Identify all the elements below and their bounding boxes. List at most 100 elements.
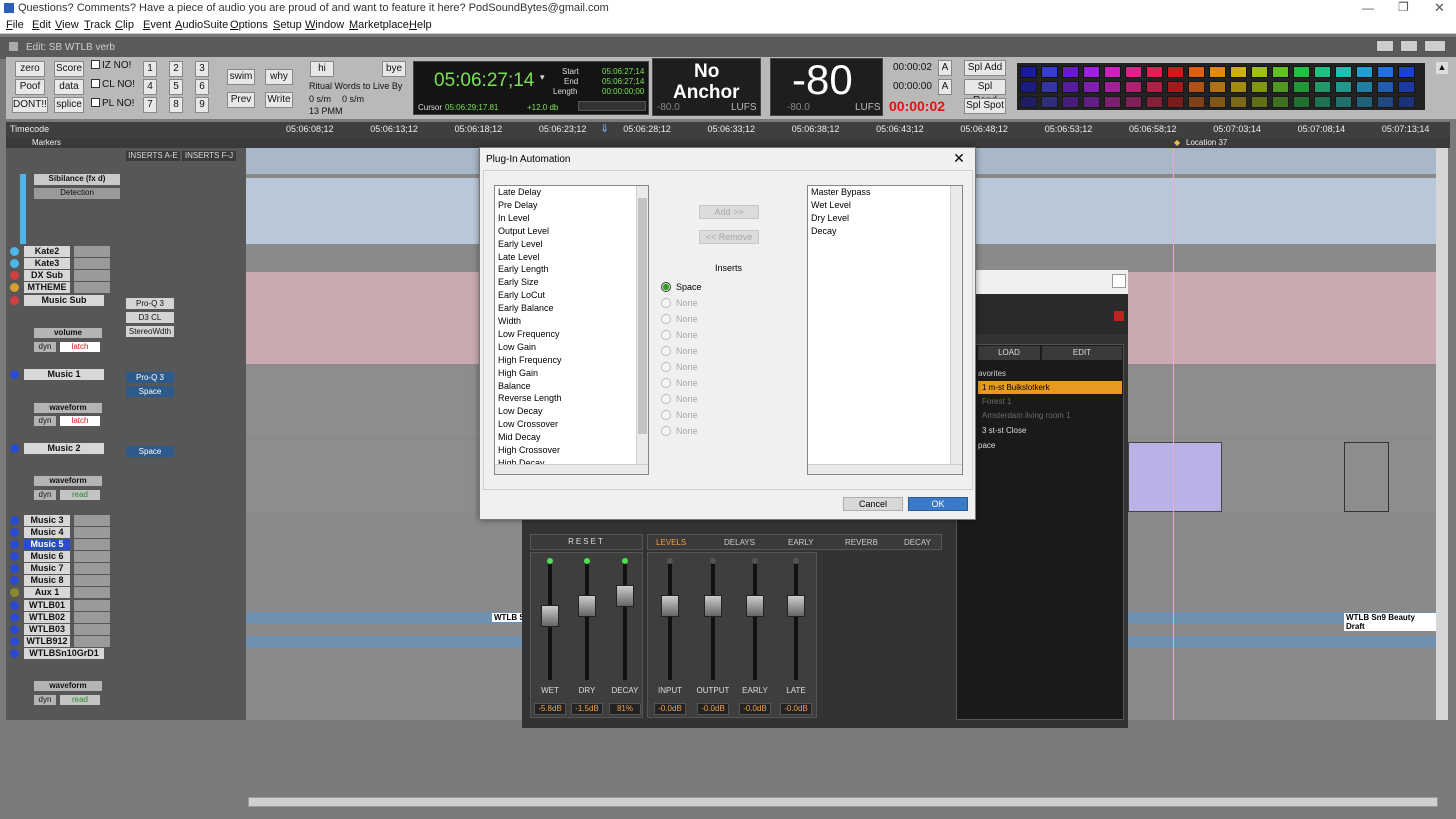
track-controls[interactable] xyxy=(74,539,110,550)
fader-handle[interactable] xyxy=(541,605,559,627)
track-name[interactable]: Music 2 xyxy=(24,443,104,454)
insert-slot[interactable]: StereoWdth xyxy=(126,326,174,337)
track-color-icon[interactable] xyxy=(10,296,19,305)
edit-close-button[interactable] xyxy=(1424,40,1446,52)
hi-button[interactable]: hi xyxy=(310,61,334,77)
num-3-button[interactable]: 3 xyxy=(195,61,209,77)
write-button[interactable]: Write xyxy=(265,92,293,108)
insert-slot[interactable]: Space xyxy=(126,386,174,397)
radio-button-icon[interactable] xyxy=(661,314,671,324)
preset-item-selected[interactable]: 1 m-st Buikslotkerk xyxy=(978,381,1122,394)
fader-output[interactable] xyxy=(698,560,728,690)
insert-radio-option[interactable]: None xyxy=(661,330,698,340)
color-swatch[interactable] xyxy=(1272,66,1289,78)
fader-handle[interactable] xyxy=(578,595,596,617)
color-swatch[interactable] xyxy=(1062,81,1079,93)
available-parameter-item[interactable]: Low Decay xyxy=(498,406,543,416)
radio-button-icon[interactable] xyxy=(661,426,671,436)
insert-slot[interactable]: D3 CL xyxy=(126,312,174,323)
color-swatch[interactable] xyxy=(1335,81,1352,93)
color-swatch[interactable] xyxy=(1041,66,1058,78)
fader-handle[interactable] xyxy=(616,585,634,607)
available-parameter-item[interactable]: Early Size xyxy=(498,277,539,287)
num-5-button[interactable]: 5 xyxy=(169,79,183,95)
num-1-button[interactable]: 1 xyxy=(143,61,157,77)
fader-value[interactable]: -1.5dB xyxy=(571,703,603,715)
color-swatch[interactable] xyxy=(1041,96,1058,108)
insert-radio-option[interactable]: None xyxy=(661,362,698,372)
color-swatch[interactable] xyxy=(1230,81,1247,93)
radio-button-icon[interactable] xyxy=(661,410,671,420)
spl-spot-button[interactable]: Spl Spot xyxy=(964,98,1006,114)
color-swatch[interactable] xyxy=(1188,81,1205,93)
available-parameters-list[interactable]: Late Delay Pre Delay In Level Output Level E… xyxy=(494,185,649,475)
fader-handle[interactable] xyxy=(787,595,805,617)
insert-slot[interactable]: Space xyxy=(126,446,174,457)
color-swatch[interactable] xyxy=(1167,81,1184,93)
available-parameter-item[interactable]: Balance xyxy=(498,381,531,391)
insert-radio-option[interactable]: None xyxy=(661,394,698,404)
track-controls[interactable] xyxy=(74,551,110,562)
timer-a-button-2[interactable]: A xyxy=(938,79,952,95)
color-swatch[interactable] xyxy=(1398,66,1415,78)
color-swatch[interactable] xyxy=(1293,81,1310,93)
view-dropdown[interactable]: waveform xyxy=(34,403,102,413)
color-swatch[interactable] xyxy=(1083,96,1100,108)
preset-item[interactable]: Amsterdam living room 1 xyxy=(982,411,1070,420)
toolbar-arrow-icon[interactable]: ▲ xyxy=(1436,62,1448,74)
available-parameter-item[interactable]: High Gain xyxy=(498,368,538,378)
available-parameter-item[interactable]: High Crossover xyxy=(498,445,560,455)
color-swatch[interactable] xyxy=(1083,81,1100,93)
color-swatch[interactable] xyxy=(1272,96,1289,108)
preset-item[interactable]: 3 st-st Close xyxy=(982,426,1026,435)
insert-radio-option[interactable]: None xyxy=(661,378,698,388)
color-swatch[interactable] xyxy=(1377,81,1394,93)
available-parameter-item[interactable]: Early Length xyxy=(498,264,549,274)
track-controls[interactable] xyxy=(74,624,110,635)
music-2-clip[interactable] xyxy=(1128,442,1222,512)
fader-input[interactable] xyxy=(655,560,685,690)
edit-restore-button[interactable] xyxy=(1400,40,1418,52)
dont-button[interactable]: DONT!! xyxy=(12,97,48,113)
plugin-close-button[interactable] xyxy=(1112,274,1126,288)
available-parameter-item[interactable]: Early Balance xyxy=(498,303,554,313)
color-swatch[interactable] xyxy=(1251,66,1268,78)
track-color-icon[interactable] xyxy=(10,516,19,525)
track-name[interactable]: Music 8 xyxy=(24,575,70,586)
color-swatch[interactable] xyxy=(1230,96,1247,108)
detection-dropdown[interactable]: Detection xyxy=(34,188,120,199)
marker-diamond-icon[interactable]: ◆ xyxy=(1174,138,1180,147)
menu-marketplace[interactable]: Marketplace xyxy=(349,19,409,31)
automation-mode-dropdown[interactable]: read xyxy=(60,490,100,500)
track-color-icon[interactable] xyxy=(10,601,19,610)
fader-dry[interactable] xyxy=(572,560,602,690)
color-swatch[interactable] xyxy=(1356,66,1373,78)
available-parameter-item[interactable]: Early LoCut xyxy=(498,290,545,300)
num-6-button[interactable]: 6 xyxy=(195,79,209,95)
available-parameter-item[interactable]: Low Frequency xyxy=(498,329,560,339)
color-swatch[interactable] xyxy=(1251,96,1268,108)
close-icon[interactable]: ✕ xyxy=(1434,0,1445,16)
color-swatch[interactable] xyxy=(1293,96,1310,108)
available-parameter-item[interactable]: Low Crossover xyxy=(498,419,558,429)
available-parameter-item[interactable]: Output Level xyxy=(498,226,549,236)
tab-levels[interactable]: LEVELS xyxy=(656,538,686,547)
track-color-icon[interactable] xyxy=(10,649,19,658)
pl-no-checkbox[interactable]: PL NO! xyxy=(91,98,134,109)
track-color-icon[interactable] xyxy=(10,444,19,453)
bye-button[interactable]: bye xyxy=(382,61,406,77)
available-parameter-item[interactable]: In Level xyxy=(498,213,530,223)
iz-no-checkbox[interactable]: IZ NO! xyxy=(91,60,131,71)
color-swatch[interactable] xyxy=(1314,96,1331,108)
color-swatch[interactable] xyxy=(1209,96,1226,108)
edit-minimize-button[interactable] xyxy=(1376,40,1394,52)
view-dropdown[interactable]: waveform xyxy=(34,681,102,691)
track-name[interactable]: WTLB03 xyxy=(24,624,70,635)
color-swatch[interactable] xyxy=(1398,81,1415,93)
track-color-icon[interactable] xyxy=(10,552,19,561)
color-swatch[interactable] xyxy=(1377,96,1394,108)
track-name[interactable]: Music Sub xyxy=(24,295,104,306)
color-swatch[interactable] xyxy=(1041,81,1058,93)
color-swatch[interactable] xyxy=(1209,66,1226,78)
tab-decay[interactable]: DECAY xyxy=(904,538,931,547)
